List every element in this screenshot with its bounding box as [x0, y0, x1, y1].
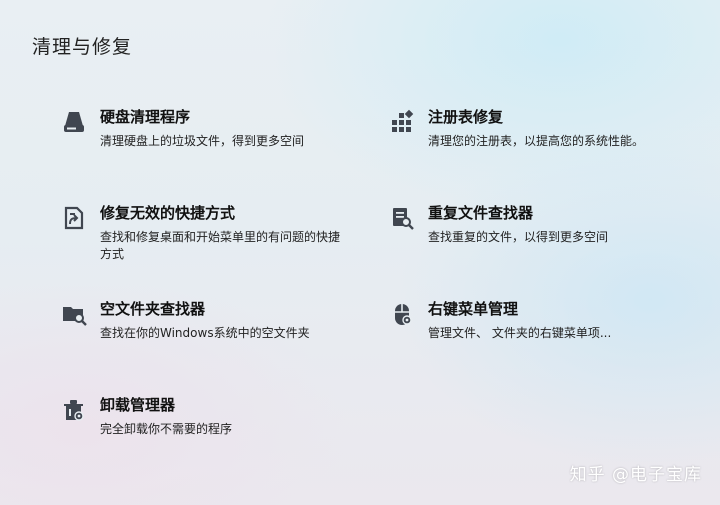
duplicate-finder-icon — [388, 204, 416, 232]
disk-cleanup-icon — [60, 108, 88, 136]
empty-folder-icon — [60, 300, 88, 328]
tool-name: 修复无效的快捷方式 — [100, 204, 236, 222]
tool-duplicate-finder[interactable]: 重复文件查找器 查找重复的文件，以得到更多空间 — [388, 202, 688, 246]
uninstall-icon — [60, 396, 88, 424]
watermark: 知乎 @电子宝库 — [569, 465, 702, 485]
registry-icon — [388, 108, 416, 136]
tool-desc: 查找重复的文件，以得到更多空间 — [428, 230, 609, 244]
tool-name: 重复文件查找器 — [428, 204, 534, 222]
shortcut-repair-icon — [60, 204, 88, 232]
tool-empty-folder-finder[interactable]: 空文件夹查找器 查找在你的Windows系统中的空文件夹 — [60, 298, 360, 342]
page-title: 清理与修复 — [32, 36, 133, 58]
tool-name: 空文件夹查找器 — [100, 300, 206, 318]
tool-desc: 管理文件、 文件夹的右键菜单项... — [428, 326, 612, 340]
tool-name: 卸载管理器 — [100, 396, 176, 414]
tool-desc: 清理硬盘上的垃圾文件，得到更多空间 — [100, 134, 305, 148]
tool-desc: 清理您的注册表，以提高您的系统性能。 — [428, 134, 645, 148]
tool-desc: 查找和修复桌面和开始菜单里的有问题的快捷方式 — [100, 230, 341, 261]
tool-registry-repair[interactable]: 注册表修复 清理您的注册表，以提高您的系统性能。 — [388, 106, 688, 150]
tool-desc: 完全卸载你不需要的程序 — [100, 422, 233, 436]
tool-desc: 查找在你的Windows系统中的空文件夹 — [100, 326, 310, 340]
tool-uninstall-manager[interactable]: 卸载管理器 完全卸载你不需要的程序 — [60, 394, 360, 438]
tool-name: 右键菜单管理 — [428, 300, 519, 318]
tool-disk-cleanup[interactable]: 硬盘清理程序 清理硬盘上的垃圾文件，得到更多空间 — [60, 106, 360, 150]
context-menu-icon — [388, 300, 416, 328]
tool-name: 注册表修复 — [428, 108, 504, 126]
tool-shortcut-repair[interactable]: 修复无效的快捷方式 查找和修复桌面和开始菜单里的有问题的快捷方式 — [60, 202, 360, 263]
tool-context-menu-manager[interactable]: 右键菜单管理 管理文件、 文件夹的右键菜单项... — [388, 298, 688, 342]
tool-name: 硬盘清理程序 — [100, 108, 191, 126]
